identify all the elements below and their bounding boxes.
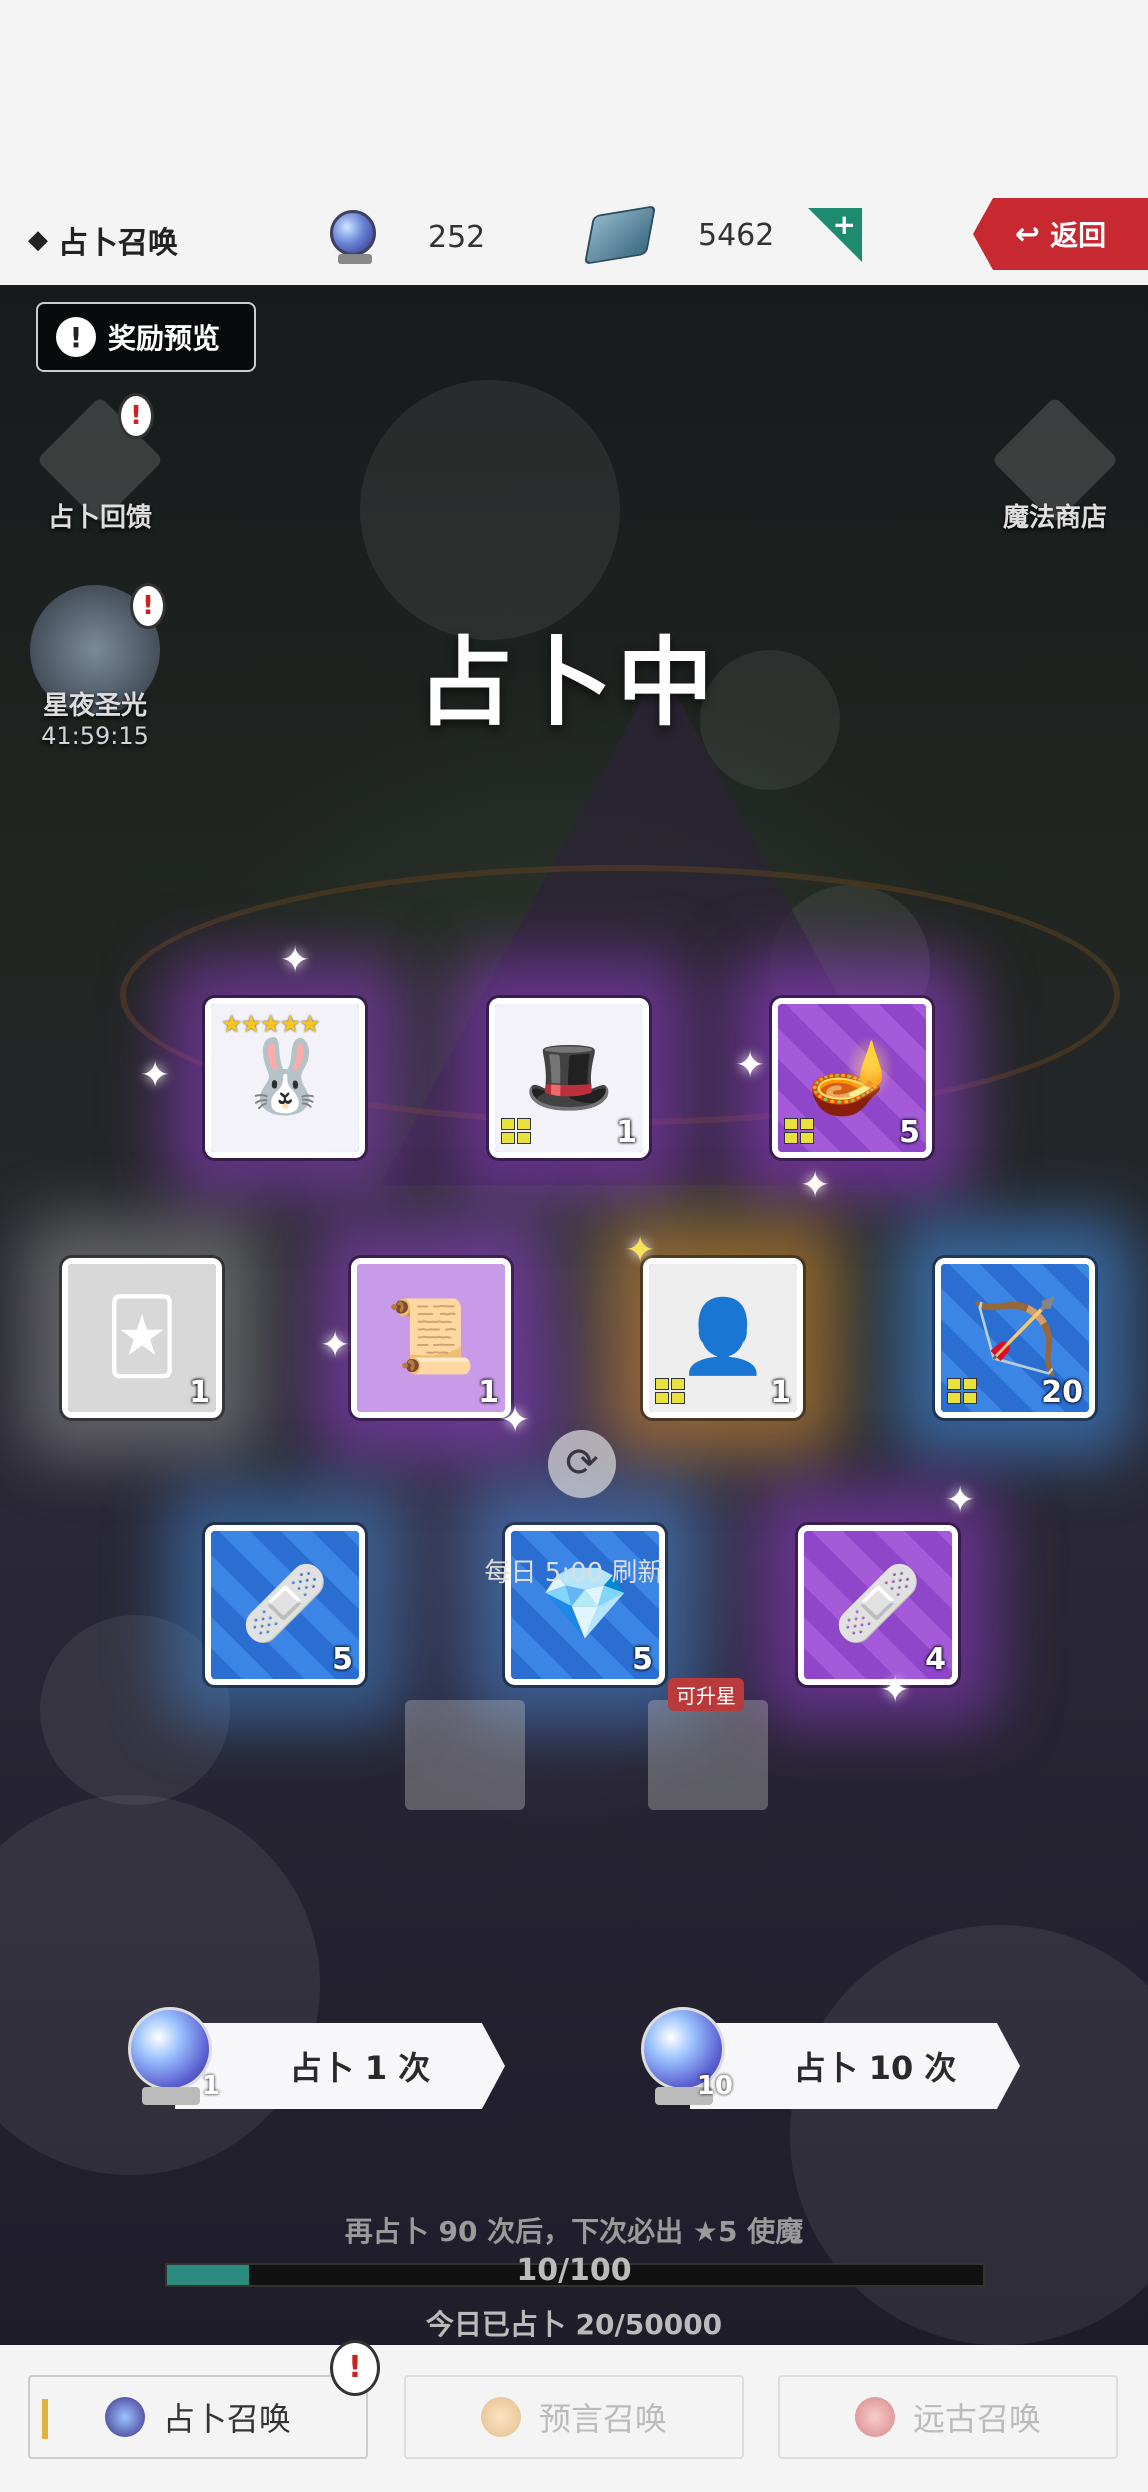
sparkle-icon: ✦ bbox=[945, 1480, 976, 1521]
diamond-icon: ◆ bbox=[28, 225, 48, 255]
ancient-orb-icon bbox=[854, 2397, 895, 2437]
fragment-icon bbox=[501, 1118, 531, 1144]
refresh-icon[interactable]: ⟳ bbox=[548, 1430, 616, 1498]
tab-prophecy-summon[interactable]: 预言召唤 bbox=[404, 2375, 744, 2459]
can-upgrade-tag: 可升星 bbox=[668, 1678, 744, 1711]
card-count: 20 bbox=[1041, 1375, 1083, 1410]
gem-icon bbox=[583, 205, 657, 265]
scroll-icon: 📜 bbox=[386, 1294, 476, 1378]
prophecy-orb-icon bbox=[480, 2397, 521, 2437]
card-count: 5 bbox=[899, 1115, 920, 1150]
status-area bbox=[0, 0, 1148, 190]
fragment-icon bbox=[947, 1378, 977, 1404]
divination-scene: ! 奖励预览 占卜回馈 ! 星夜圣光 41:59:15 ! 魔法商店 占卜中 ★… bbox=[0, 285, 1148, 2345]
add-gems-button[interactable]: + bbox=[808, 208, 862, 266]
divining-status: 占卜中 bbox=[417, 627, 717, 739]
reward-card-scroll[interactable]: 📜 1 bbox=[351, 1258, 511, 1418]
plus-icon: + bbox=[832, 208, 856, 241]
crystal-orb-icon bbox=[104, 2397, 145, 2437]
summon-once-label: 占卜 1 次 bbox=[289, 2049, 431, 2087]
reward-preview-button[interactable]: ! 奖励预览 bbox=[36, 302, 256, 372]
summon-once-orb-icon: 1 bbox=[128, 2007, 220, 2105]
back-label: 返回 bbox=[1050, 219, 1107, 252]
tab-label: 远古召唤 bbox=[912, 2400, 1041, 2438]
gem-count: 5462 bbox=[698, 217, 775, 253]
magic-lamp-icon: 🪔 bbox=[807, 1034, 897, 1118]
tab-label: 占卜召唤 bbox=[162, 2400, 291, 2438]
fragment-icon bbox=[784, 1118, 814, 1144]
deco-bubble bbox=[0, 1795, 320, 2175]
summon-ten-cost: 10 bbox=[696, 2071, 733, 2101]
tarot-card-icon: 🃏 bbox=[105, 1294, 179, 1378]
character-portrait-icon: 🎩 bbox=[524, 1034, 614, 1118]
sparkle-icon: ✦ bbox=[800, 1165, 831, 1206]
card-count: 1 bbox=[770, 1375, 791, 1410]
bottom-tab-bar: 占卜召唤 预言召唤 远古召唤 bbox=[0, 2345, 1148, 2492]
summon-ten-label: 占卜 10 次 bbox=[793, 2049, 957, 2087]
orb-counter: 252 bbox=[330, 210, 485, 264]
daily-refresh-text: 每日 5:00 刷新 bbox=[484, 1558, 664, 1588]
character-portrait-icon: 👤 bbox=[678, 1294, 768, 1378]
bunny-familiar-icon: 🐰 bbox=[240, 1034, 330, 1118]
pity-progress-text: 10/100 bbox=[516, 2253, 632, 2288]
magic-shop-button[interactable]: 魔法商店 bbox=[985, 396, 1125, 534]
header-bar: ◆ 占卜召唤 252 5462 + ↩ 返回 bbox=[0, 190, 1148, 285]
sparkle-icon: ✦ bbox=[735, 1045, 766, 1086]
card-count: 5 bbox=[332, 1642, 353, 1677]
summon-once-cost: 1 bbox=[201, 2071, 220, 2101]
tab-ancient-summon[interactable]: 远古召唤 bbox=[778, 2375, 1118, 2459]
crystal-orb-icon bbox=[330, 210, 380, 264]
orb-count: 252 bbox=[428, 219, 486, 255]
gem-counter: 5462 bbox=[583, 205, 775, 265]
sparkle-icon: ✦ bbox=[625, 1230, 656, 1271]
reward-card-bandage[interactable]: 🩹 5 bbox=[205, 1525, 365, 1685]
card-count: 4 bbox=[925, 1642, 946, 1677]
deco-bubble bbox=[40, 1615, 230, 1805]
reward-card-familiar-5star[interactable]: ★★★★★ 🐰 bbox=[205, 998, 365, 1158]
card-count: 1 bbox=[478, 1375, 499, 1410]
page-title-text: 占卜召唤 bbox=[58, 226, 178, 261]
sparkle-icon: ✦ bbox=[500, 1400, 531, 1441]
today-count-text: 今日已占卜 20/50000 bbox=[425, 2308, 723, 2341]
summon-once-button[interactable]: 占卜 1 次 bbox=[175, 2023, 505, 2109]
pool-preview-left[interactable] bbox=[405, 1700, 525, 1810]
tab-label: 预言召唤 bbox=[538, 2400, 667, 2438]
sparkle-icon: ✦ bbox=[280, 940, 311, 981]
exclamation-icon: ! bbox=[56, 317, 96, 357]
reward-card-character-gold[interactable]: 👤 1 bbox=[643, 1258, 803, 1418]
reward-card-quiver[interactable]: 🏹 20 bbox=[935, 1258, 1095, 1418]
alert-marker-icon: ! bbox=[330, 2340, 380, 2396]
tab-divination-summon[interactable]: 占卜召唤 bbox=[28, 2375, 368, 2459]
back-button[interactable]: ↩ 返回 bbox=[973, 198, 1148, 270]
reward-card-tarot[interactable]: 🃏 1 bbox=[62, 1258, 222, 1418]
return-arrow-icon: ↩ bbox=[1014, 216, 1041, 252]
reward-card-bandage-purple[interactable]: 🩹 4 bbox=[798, 1525, 958, 1685]
alert-marker-icon: ! bbox=[118, 393, 154, 439]
reward-card-character-fragment[interactable]: 🎩 1 bbox=[489, 998, 649, 1158]
sparkle-icon: ✦ bbox=[140, 1055, 171, 1096]
sparkle-icon: ✦ bbox=[880, 1670, 911, 1711]
feedback-button[interactable]: 占卜回馈 bbox=[30, 396, 170, 534]
page-title: ◆ 占卜召唤 bbox=[28, 218, 178, 262]
reward-preview-label: 奖励预览 bbox=[108, 322, 221, 355]
quiver-icon: 🏹 bbox=[970, 1294, 1060, 1378]
pool-preview-right[interactable]: 可升星 bbox=[648, 1678, 768, 1810]
card-count: 1 bbox=[616, 1115, 637, 1150]
sparkle-icon: ✦ bbox=[320, 1325, 351, 1366]
reward-card-lamp[interactable]: 🪔 5 bbox=[772, 998, 932, 1158]
fragment-icon bbox=[655, 1378, 685, 1404]
reward-card-crystal[interactable]: 💎 5 bbox=[505, 1525, 665, 1685]
summon-ten-orb-icon: 10 bbox=[641, 2007, 733, 2105]
deco-bubble bbox=[360, 380, 620, 640]
card-count: 5 bbox=[632, 1642, 653, 1677]
pity-text: 再占卜 90 次后，下次必出 ★5 使魔 bbox=[344, 2215, 804, 2248]
card-count: 1 bbox=[189, 1375, 210, 1410]
summon-ten-button[interactable]: 占卜 10 次 bbox=[690, 2023, 1020, 2109]
